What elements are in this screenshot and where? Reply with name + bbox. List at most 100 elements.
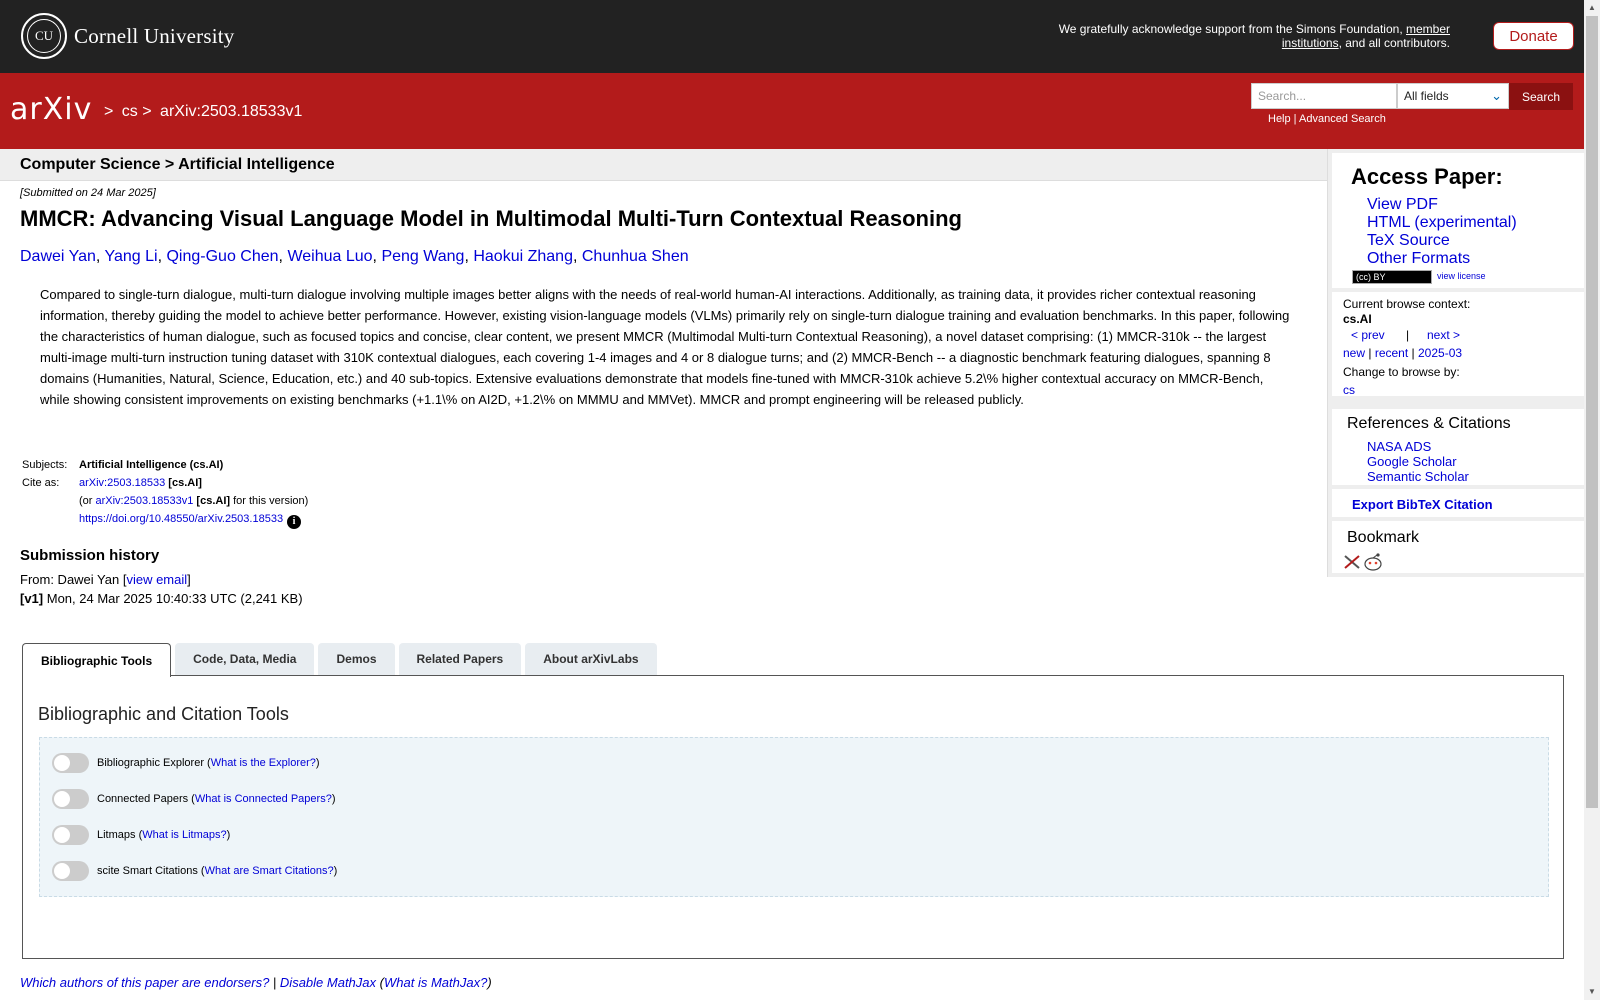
search-button[interactable]: Search	[1509, 83, 1573, 110]
what-mathjax-link[interactable]: What is MathJax?	[384, 975, 487, 990]
access-title: Access Paper:	[1351, 164, 1503, 189]
html-link[interactable]: HTML (experimental)	[1367, 214, 1517, 232]
bibliographic-explorer-toggle[interactable]	[52, 753, 89, 773]
bookmark-title: Bookmark	[1347, 529, 1420, 546]
author-link[interactable]: Weihua Luo	[287, 248, 372, 265]
access-links: View PDF HTML (experimental) TeX Source …	[1367, 196, 1517, 268]
tool-row: Connected Papers (What is Connected Pape…	[52, 789, 335, 809]
tab-panel: Bibliographic and Citation Tools Bibliog…	[22, 675, 1564, 959]
breadcrumb-paper-id: arXiv:2503.18533v1	[160, 103, 303, 120]
cite-link[interactable]: arXiv:2503.18533	[79, 477, 165, 489]
browse-cs-link[interactable]: cs	[1343, 383, 1355, 397]
tab-code-data-media[interactable]: Code, Data, Media	[175, 643, 315, 675]
breadcrumb: > cs > arXiv:2503.18533v1	[104, 103, 303, 120]
metadata-table: Subjects: Artificial Intelligence (cs.AI…	[20, 456, 310, 532]
author-list: Dawei Yan, Yang Li, Qing-Guo Chen, Weihu…	[20, 248, 689, 265]
cornell-logo[interactable]: CU Cornell University	[21, 13, 235, 59]
cornell-name: Cornell University	[74, 23, 235, 48]
cc-license-badge[interactable]: (cc) BY	[1352, 270, 1432, 284]
donate-button[interactable]: Donate	[1493, 22, 1574, 50]
browse-context: cs.AI	[1343, 312, 1372, 326]
cite-version-link[interactable]: arXiv:2503.18533v1	[96, 495, 194, 507]
page-title: MMCR: Advancing Visual Language Model in…	[20, 206, 962, 231]
scroll-thumb[interactable]	[1586, 16, 1598, 808]
scroll-down-icon[interactable]: ▼	[1584, 984, 1600, 1000]
tab-related-papers[interactable]: Related Papers	[398, 643, 522, 675]
scroll-up-icon[interactable]: ▲	[1584, 0, 1600, 16]
other-formats-link[interactable]: Other Formats	[1367, 250, 1517, 268]
author-link[interactable]: Qing-Guo Chen	[166, 248, 278, 265]
disable-mathjax-link[interactable]: Disable MathJax	[280, 975, 376, 990]
tool-row: Bibliographic Explorer (What is the Expl…	[52, 753, 320, 773]
bibsonomy-icon[interactable]	[1343, 554, 1361, 570]
tool-help-link[interactable]: What is Connected Papers?	[195, 793, 332, 805]
tab-bibliographic-tools[interactable]: Bibliographic Tools	[22, 643, 172, 677]
tool-help-link[interactable]: What is Litmaps?	[142, 829, 226, 841]
subjects-label: Subjects:	[22, 459, 68, 471]
cite-label: Cite as:	[22, 477, 60, 489]
search-field-select[interactable]: All fields ⌄	[1397, 83, 1509, 109]
tools-box: Bibliographic Explorer (What is the Expl…	[39, 737, 1549, 897]
history-v1: [v1] Mon, 24 Mar 2025 10:40:33 UTC (2,24…	[20, 591, 303, 606]
recent-link[interactable]: recent	[1375, 346, 1408, 360]
page-scrollbar[interactable]: ▲ ▼	[1584, 0, 1600, 1000]
connected-papers-toggle[interactable]	[52, 789, 89, 809]
references-block: References & Citations NASA ADS Google S…	[1332, 409, 1586, 485]
submission-history-title: Submission history	[20, 547, 160, 564]
author-link[interactable]: Peng Wang	[381, 248, 464, 265]
tool-help-link[interactable]: What is the Explorer?	[211, 757, 316, 769]
cornell-header: CU Cornell University We gratefully ackn…	[0, 0, 1584, 73]
export-bibtex-link[interactable]: Export BibTeX Citation	[1352, 497, 1493, 512]
bibtex-block: Export BibTeX Citation	[1332, 489, 1586, 517]
prev-link[interactable]: < prev	[1351, 328, 1385, 342]
endorsers-link[interactable]: Which authors of this paper are endorser…	[20, 975, 269, 990]
author-link[interactable]: Yang Li	[105, 248, 158, 265]
view-pdf-link[interactable]: View PDF	[1367, 196, 1517, 214]
info-icon[interactable]: i	[287, 515, 302, 529]
advanced-search-link[interactable]: Advanced Search	[1299, 113, 1386, 125]
scite-toggle[interactable]	[52, 861, 89, 881]
abstract: Compared to single-turn dialogue, multi-…	[40, 287, 1290, 407]
refs-title: References & Citations	[1347, 415, 1511, 432]
author-link[interactable]: Haokui Zhang	[473, 248, 573, 265]
arxiv-logo[interactable]: arXiv	[10, 92, 92, 127]
subject-title: Computer Science > Artificial Intelligen…	[20, 156, 335, 173]
footer-links: Which authors of this paper are endorser…	[20, 975, 492, 990]
author-link[interactable]: Chunhua Shen	[582, 248, 689, 265]
tool-help-link[interactable]: What are Smart Citations?	[205, 865, 334, 877]
breadcrumb-cs[interactable]: cs	[122, 103, 138, 120]
next-link[interactable]: next >	[1427, 328, 1460, 342]
doi-link[interactable]: https://doi.org/10.48550/arXiv.2503.1853…	[79, 513, 283, 525]
subjects-value: Artificial Intelligence (cs.AI)	[79, 459, 224, 471]
sidebar: Access Paper: View PDF HTML (experimenta…	[1327, 149, 1586, 577]
nasa-ads-link[interactable]: NASA ADS	[1367, 439, 1469, 454]
view-email-link[interactable]: view email	[126, 572, 187, 587]
tool-row: scite Smart Citations (What are Smart Ci…	[52, 861, 337, 881]
view-license-link[interactable]: view license	[1437, 271, 1486, 281]
author-link[interactable]: Dawei Yan	[20, 248, 96, 265]
browse-block: Current browse context: cs.AI < prev | n…	[1332, 292, 1586, 397]
panel-title: Bibliographic and Citation Tools	[38, 704, 289, 724]
labs-tabs: Bibliographic Tools Code, Data, Media De…	[22, 643, 661, 677]
litmaps-toggle[interactable]	[52, 825, 89, 845]
tab-about-arxivlabs[interactable]: About arXivLabs	[525, 643, 657, 675]
tool-row: Litmaps (What is Litmaps?)	[52, 825, 230, 845]
tab-demos[interactable]: Demos	[318, 643, 395, 675]
submitted-date: [Submitted on 24 Mar 2025]	[20, 187, 156, 199]
arxiv-header: arXiv > cs > arXiv:2503.18533v1 Search..…	[0, 73, 1584, 149]
cornell-seal-icon: CU	[21, 13, 67, 59]
bookmark-block: Bookmark	[1332, 521, 1586, 573]
help-link[interactable]: Help	[1268, 113, 1291, 125]
chevron-down-icon: ⌄	[1491, 88, 1502, 103]
reddit-icon[interactable]	[1363, 552, 1383, 572]
history-from: From: Dawei Yan [view email]	[20, 572, 191, 587]
search-input[interactable]: Search...	[1251, 83, 1397, 109]
header-links: Help | Advanced Search	[1268, 113, 1386, 125]
semantic-scholar-link[interactable]: Semantic Scholar	[1367, 469, 1469, 484]
subject-bar: Computer Science > Artificial Intelligen…	[0, 149, 1327, 181]
google-scholar-link[interactable]: Google Scholar	[1367, 454, 1469, 469]
month-link[interactable]: 2025-03	[1418, 346, 1462, 360]
tex-source-link[interactable]: TeX Source	[1367, 232, 1517, 250]
new-link[interactable]: new	[1343, 346, 1365, 360]
access-paper-block: Access Paper: View PDF HTML (experimenta…	[1332, 153, 1586, 288]
